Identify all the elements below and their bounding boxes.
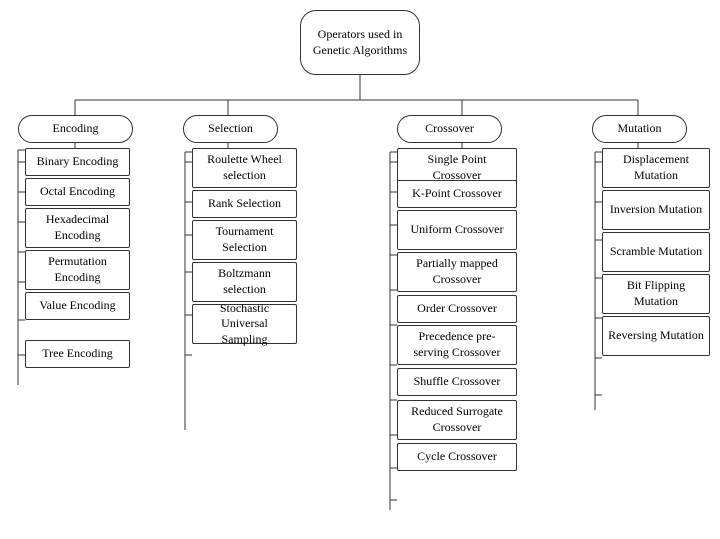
selection-item-label-3: Boltzmann selection — [198, 266, 291, 297]
selection-item-4: Stochastic Universal Sampling — [192, 304, 297, 344]
selection-item-label-0: Roulette Wheel selection — [198, 152, 291, 183]
selection-label: Selection — [208, 121, 253, 137]
crossover-item-label-1: K-Point Crossover — [412, 186, 502, 202]
crossover-item-label-2: Uniform Crossover — [411, 222, 504, 238]
encoding-item-label-2: Hexadecimal Encoding — [31, 212, 124, 243]
crossover-item-1: K-Point Crossover — [397, 180, 517, 208]
crossover-item-label-7: Reduced Surrogate Crossover — [403, 404, 511, 435]
mutation-item-4: Reversing Mutation — [602, 316, 710, 356]
crossover-item-label-3: Partially mapped Crossover — [403, 256, 511, 287]
encoding-item-label-5: Tree Encoding — [42, 346, 113, 362]
encoding-item-label-3: Permutation Encoding — [31, 254, 124, 285]
selection-item-label-2: Tournament Selection — [198, 224, 291, 255]
crossover-item-8: Cycle Crossover — [397, 443, 517, 471]
encoding-item-2: Hexadecimal Encoding — [25, 208, 130, 248]
mutation-label: Mutation — [618, 121, 662, 137]
crossover-item-label-8: Cycle Crossover — [417, 449, 497, 465]
crossover-label: Crossover — [425, 121, 474, 137]
mutation-item-label-3: Bit Flipping Mutation — [608, 278, 704, 309]
mutation-item-label-0: Displacement Mutation — [608, 152, 704, 183]
selection-item-3: Boltzmann selection — [192, 262, 297, 302]
root-label: Operators used in Genetic Algorithms — [306, 27, 414, 58]
encoding-item-3: Permutation Encoding — [25, 250, 130, 290]
selection-item-1: Rank Selection — [192, 190, 297, 218]
encoding-label: Encoding — [53, 121, 99, 137]
selection-category: Selection — [183, 115, 278, 143]
encoding-item-label-0: Binary Encoding — [37, 154, 119, 170]
encoding-item-label-4: Value Encoding — [39, 298, 115, 314]
crossover-item-label-0: Single Point Crossover — [403, 152, 511, 183]
selection-item-2: Tournament Selection — [192, 220, 297, 260]
crossover-item-2: Uniform Crossover — [397, 210, 517, 250]
crossover-item-6: Shuffle Crossover — [397, 368, 517, 396]
encoding-item-4: Value Encoding — [25, 292, 130, 320]
encoding-item-label-1: Octal Encoding — [40, 184, 115, 200]
encoding-item-0: Binary Encoding — [25, 148, 130, 176]
crossover-item-4: Order Crossover — [397, 295, 517, 323]
diagram: Operators used in Genetic Algorithms Enc… — [0, 0, 720, 539]
mutation-item-label-4: Reversing Mutation — [608, 328, 704, 344]
mutation-category: Mutation — [592, 115, 687, 143]
crossover-item-label-4: Order Crossover — [417, 301, 497, 317]
encoding-category: Encoding — [18, 115, 133, 143]
crossover-item-3: Partially mapped Crossover — [397, 252, 517, 292]
mutation-item-label-1: Inversion Mutation — [610, 202, 702, 218]
mutation-item-label-2: Scramble Mutation — [610, 244, 702, 260]
crossover-item-label-5: Precedence pre-serving Crossover — [403, 329, 511, 360]
mutation-item-0: Displacement Mutation — [602, 148, 710, 188]
crossover-item-7: Reduced Surrogate Crossover — [397, 400, 517, 440]
crossover-item-5: Precedence pre-serving Crossover — [397, 325, 517, 365]
crossover-item-label-6: Shuffle Crossover — [414, 374, 501, 390]
encoding-item-1: Octal Encoding — [25, 178, 130, 206]
encoding-item-5: Tree Encoding — [25, 340, 130, 368]
mutation-item-1: Inversion Mutation — [602, 190, 710, 230]
mutation-item-3: Bit Flipping Mutation — [602, 274, 710, 314]
crossover-category: Crossover — [397, 115, 502, 143]
mutation-item-2: Scramble Mutation — [602, 232, 710, 272]
root-node: Operators used in Genetic Algorithms — [300, 10, 420, 75]
selection-item-0: Roulette Wheel selection — [192, 148, 297, 188]
selection-item-label-4: Stochastic Universal Sampling — [198, 301, 291, 348]
selection-item-label-1: Rank Selection — [208, 196, 281, 212]
